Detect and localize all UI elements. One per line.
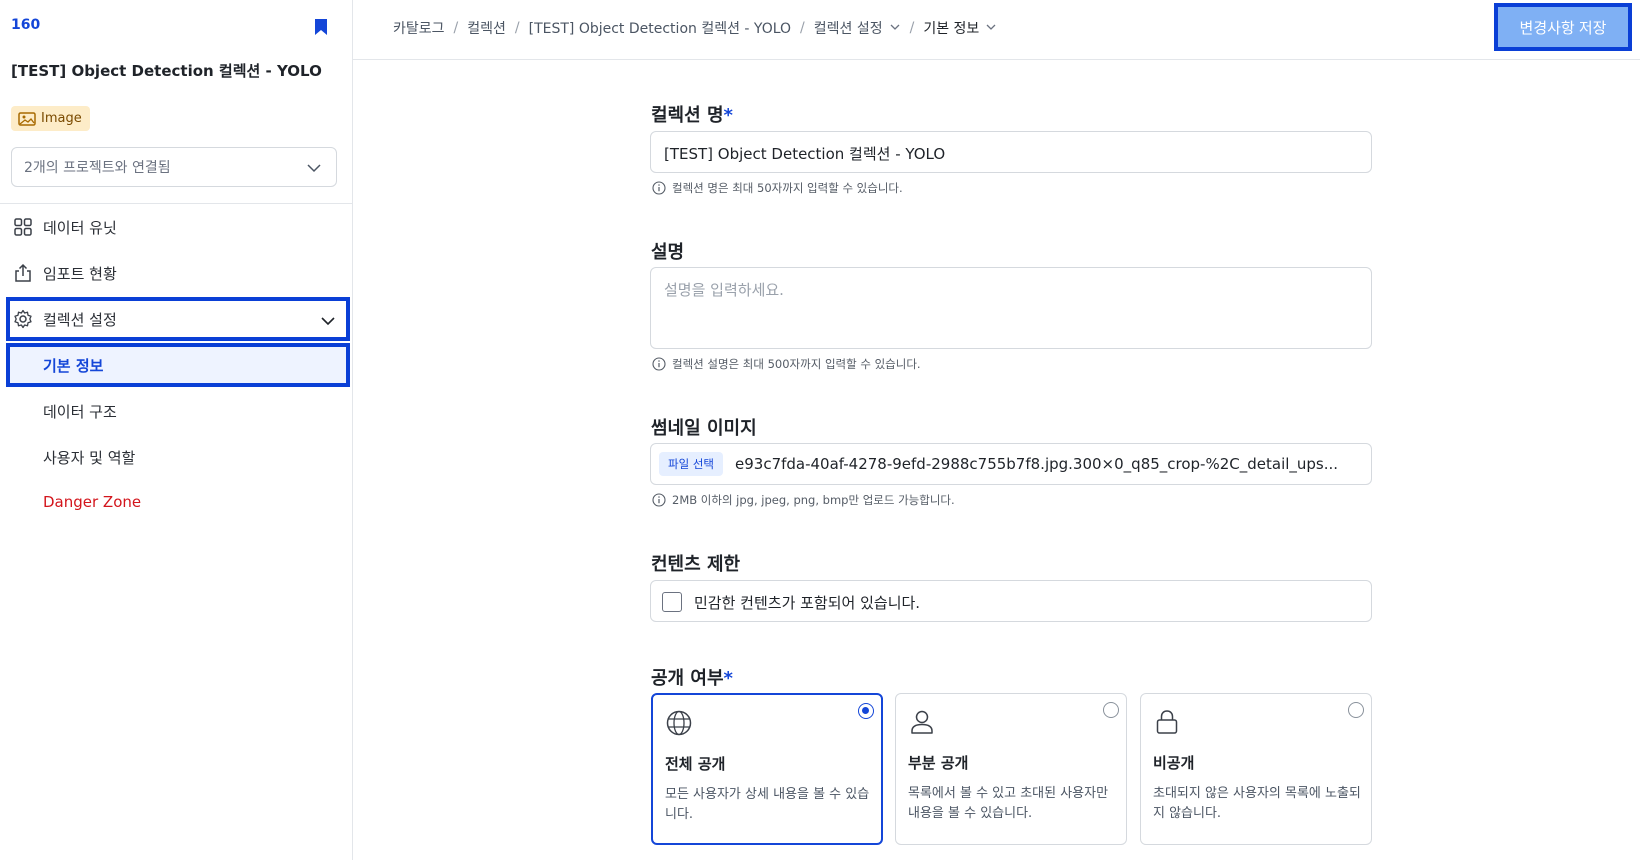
sidebar-item-import-status[interactable]: 임포트 현황: [6, 251, 350, 295]
gear-icon: [14, 309, 32, 329]
info-icon: [652, 181, 666, 195]
thumbnail-filename: e93c7fda-40af-4278-9efd-2988c755b7f8.jpg…: [735, 455, 1339, 473]
sensitive-content-checkbox[interactable]: [662, 592, 682, 612]
sidebar-subitem-danger-zone[interactable]: Danger Zone: [6, 481, 350, 525]
sensitive-content-checkbox-label[interactable]: 민감한 컨텐츠가 포함되어 있습니다.: [694, 592, 920, 613]
breadcrumb-item-current[interactable]: 기본 정보: [923, 18, 997, 38]
collection-name-label-text: 컬렉션 명: [651, 105, 724, 126]
sidebar-subitem-data-structure[interactable]: 데이터 구조: [6, 389, 350, 433]
description-label: 설명: [651, 242, 685, 263]
breadcrumb-separator: /: [514, 20, 520, 36]
content-restriction-label: 컨텐츠 제한: [651, 554, 741, 575]
breadcrumb-separator: /: [453, 20, 459, 36]
collection-name-hint: 컬렉션 명은 최대 50자까지 입력할 수 있습니다.: [652, 180, 903, 196]
description-textarea[interactable]: 설명을 입력하세요.: [650, 267, 1372, 349]
breadcrumb-item-catalog[interactable]: 카탈로그: [393, 18, 445, 38]
info-icon: [652, 357, 666, 371]
visibility-option-title: 전체 공개: [665, 755, 726, 773]
sidebar-subitem-basic-info[interactable]: 기본 정보: [6, 343, 350, 387]
globe-icon: [666, 710, 692, 736]
visibility-label: 공개 여부*: [651, 664, 733, 690]
project-link-select-value: 2개의 프로젝트와 연결됨: [24, 160, 171, 176]
breadcrumb-separator: /: [909, 20, 915, 36]
collection-id: 160: [11, 17, 41, 33]
sidebar-subitem-label: Danger Zone: [43, 493, 142, 511]
thumbnail-hint: 2MB 이하의 jpg, jpeg, png, bmp만 업로드 가능합니다.: [652, 492, 955, 508]
description-hint-text: 컬렉션 설명은 최대 500자까지 입력할 수 있습니다.: [672, 357, 921, 371]
chevron-down-icon: [986, 24, 996, 30]
breadcrumb-item-settings[interactable]: 컬렉션 설정: [814, 18, 901, 38]
visibility-option-partial[interactable]: 부분 공개 목록에서 볼 수 있고 초대된 사용자만 내용을 볼 수 있습니다.: [895, 693, 1127, 845]
sidebar-item-label: 임포트 현황: [43, 264, 117, 283]
save-changes-button[interactable]: 변경사항 저장: [1494, 3, 1632, 51]
collection-name-input-value: [TEST] Object Detection 컬렉션 - YOLO: [664, 145, 946, 163]
visibility-radio-partial[interactable]: [1103, 702, 1119, 718]
collection-name-input[interactable]: [TEST] Object Detection 컬렉션 - YOLO: [650, 131, 1372, 173]
collection-name-hint-text: 컬렉션 명은 최대 50자까지 입력할 수 있습니다.: [672, 181, 903, 195]
upload-icon: [15, 263, 31, 282]
thumbnail-label: 썸네일 이미지: [651, 418, 757, 439]
top-bar: 카탈로그 / 컬렉션 / [TEST] Object Detection 컬렉션…: [353, 0, 1640, 60]
sidebar: 160 [TEST] Object Detection 컬렉션 - YOLO I…: [0, 0, 353, 860]
lock-icon: [1156, 710, 1178, 734]
visibility-option-desc: 목록에서 볼 수 있고 초대된 사용자만 내용을 볼 수 있습니다.: [908, 786, 1109, 821]
grid-icon: [14, 218, 32, 236]
type-badge-label: Image: [41, 111, 82, 126]
info-icon: [652, 493, 666, 507]
sidebar-subitem-label: 사용자 및 역할: [43, 449, 136, 467]
user-icon: [911, 710, 933, 734]
choose-file-button[interactable]: 파일 선택: [659, 452, 723, 476]
visibility-option-desc: 모든 사용자가 상세 내용을 볼 수 있습니다.: [665, 787, 870, 822]
description-placeholder: 설명을 입력하세요.: [664, 281, 784, 299]
visibility-radio-public[interactable]: [858, 703, 874, 719]
sidebar-item-collection-settings[interactable]: 컬렉션 설정: [6, 297, 350, 341]
project-link-select[interactable]: 2개의 프로젝트와 연결됨: [11, 147, 337, 187]
content-restriction-box: 민감한 컨텐츠가 포함되어 있습니다.: [650, 580, 1372, 622]
breadcrumb-item-settings-label: 컬렉션 설정: [813, 21, 883, 37]
visibility-option-desc: 초대되지 않은 사용자의 목록에 노출되지 않습니다.: [1153, 786, 1361, 821]
required-mark: *: [723, 668, 733, 689]
breadcrumb-item-collections[interactable]: 컬렉션: [467, 18, 506, 38]
collection-title: [TEST] Object Detection 컬렉션 - YOLO: [11, 62, 322, 80]
description-hint: 컬렉션 설명은 최대 500자까지 입력할 수 있습니다.: [652, 356, 921, 372]
visibility-radio-private[interactable]: [1348, 702, 1364, 718]
bookmark-icon[interactable]: [313, 18, 329, 36]
thumbnail-hint-text: 2MB 이하의 jpg, jpeg, png, bmp만 업로드 가능합니다.: [672, 493, 955, 507]
sidebar-item-label: 데이터 유닛: [43, 218, 117, 237]
required-mark: *: [723, 105, 733, 126]
visibility-option-public[interactable]: 전체 공개 모든 사용자가 상세 내용을 볼 수 있습니다.: [651, 693, 883, 845]
visibility-option-title: 부분 공개: [908, 754, 969, 772]
chevron-down-icon: [307, 164, 321, 173]
visibility-label-text: 공개 여부: [651, 668, 724, 689]
chevron-down-icon: [321, 317, 335, 326]
chevron-down-icon: [890, 24, 900, 30]
collection-name-label: 컬렉션 명*: [651, 101, 733, 127]
sidebar-divider: [0, 203, 352, 204]
breadcrumb-item-collection[interactable]: [TEST] Object Detection 컬렉션 - YOLO: [529, 18, 791, 38]
sidebar-subitem-label: 기본 정보: [43, 357, 104, 375]
sidebar-subitem-label: 데이터 구조: [43, 403, 117, 421]
visibility-option-private[interactable]: 비공개 초대되지 않은 사용자의 목록에 노출되지 않습니다.: [1140, 693, 1372, 845]
sidebar-item-label: 컬렉션 설정: [43, 310, 117, 329]
thumbnail-file-input[interactable]: 파일 선택 e93c7fda-40af-4278-9efd-2988c755b7…: [650, 443, 1372, 485]
sidebar-subitem-users-roles[interactable]: 사용자 및 역할: [6, 435, 350, 479]
visibility-option-title: 비공개: [1153, 754, 1195, 772]
type-badge: Image: [11, 106, 90, 131]
breadcrumb: 카탈로그 / 컬렉션 / [TEST] Object Detection 컬렉션…: [393, 18, 997, 38]
sidebar-item-data-units[interactable]: 데이터 유닛: [6, 205, 350, 249]
image-icon: [18, 111, 36, 126]
breadcrumb-item-current-label: 기본 정보: [923, 21, 980, 37]
breadcrumb-separator: /: [800, 20, 805, 36]
